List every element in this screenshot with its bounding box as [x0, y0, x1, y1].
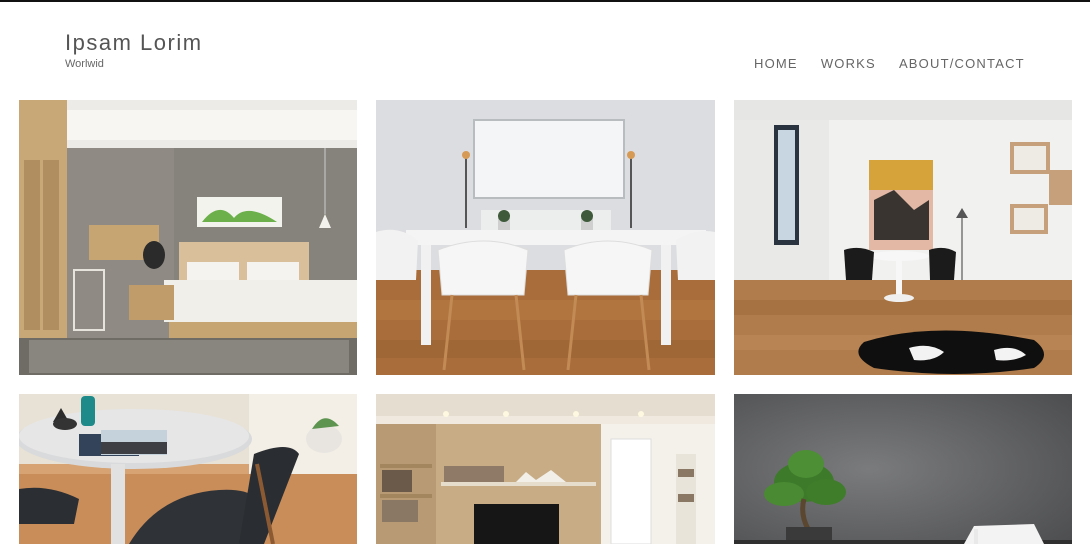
dining-table-image — [376, 100, 715, 375]
main-nav: HOME WORKS ABOUT/CONTACT — [754, 56, 1048, 71]
gallery-item-bedroom-photo[interactable] — [19, 100, 357, 375]
white-room-image — [734, 100, 1072, 375]
nav-about-contact-link[interactable]: ABOUT/CONTACT — [899, 56, 1025, 71]
site-tagline: Worlwid — [65, 58, 104, 70]
gallery-item-dining-table-photo[interactable] — [376, 100, 715, 375]
bonsai-image — [734, 394, 1072, 544]
gallery-item-round-table-chair-photo[interactable] — [19, 394, 357, 544]
living-room-image — [376, 394, 715, 544]
brand[interactable]: Ipsam Lorim Worlwid — [65, 30, 203, 71]
bedroom-image — [19, 100, 357, 375]
nav-works-link[interactable]: WORKS — [821, 56, 876, 71]
gallery-item-bonsai-desk-photo[interactable] — [734, 394, 1072, 544]
site-header: Ipsam Lorim Worlwid HOME WORKS ABOUT/CON… — [0, 2, 1090, 98]
gallery-item-white-room-with-art-photo[interactable] — [734, 100, 1072, 375]
site-title[interactable]: Ipsam Lorim — [65, 30, 203, 56]
nav-home-link[interactable]: HOME — [754, 56, 798, 71]
gallery-item-living-room-shelves-photo[interactable] — [376, 394, 715, 544]
round-table-image — [19, 394, 357, 544]
